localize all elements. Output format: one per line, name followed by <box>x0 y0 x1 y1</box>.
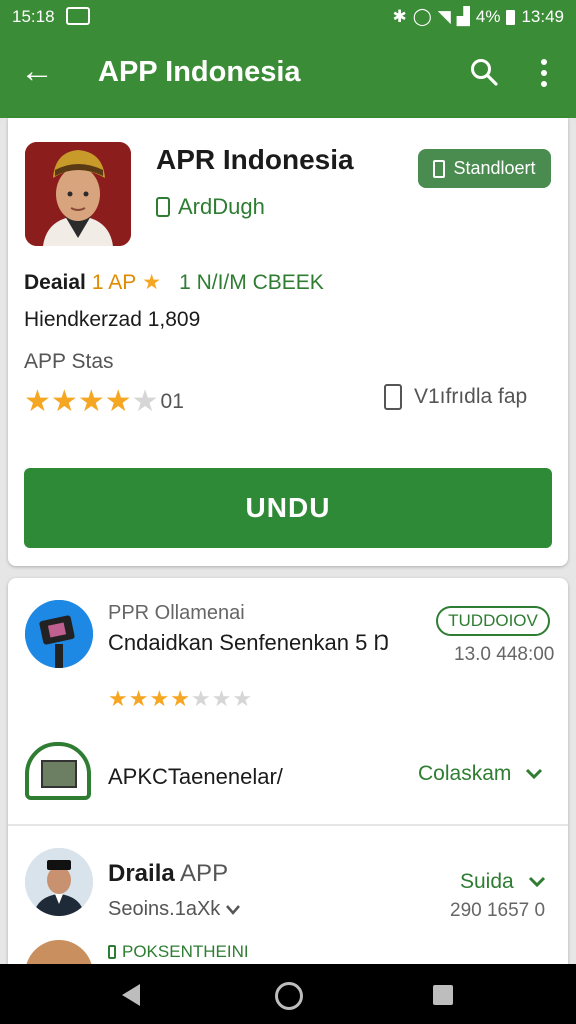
detail-row: Deaial 1 AP ★ 1 Ν/Ι/Μ CBEEK <box>24 270 324 295</box>
list-item-action[interactable]: Suida <box>460 870 546 894</box>
detail-rating: 1 AP <box>91 270 137 294</box>
star-icon: ★ <box>149 686 171 711</box>
app-icon-portrait <box>25 142 131 246</box>
chevron-down-icon <box>528 876 545 888</box>
list-item-title-bold: Draila <box>108 860 175 887</box>
battery-icon <box>506 9 516 25</box>
install-button[interactable]: UNDU <box>24 468 552 548</box>
device-info: V1ıfrıdla fap <box>384 384 527 410</box>
nav-back-icon[interactable] <box>122 984 140 1006</box>
list-item-title[interactable]: APKCTaenenelar/ <box>108 764 283 790</box>
device-text: V1ıfrıdla fap <box>414 385 528 408</box>
star-empty-icon: ★ <box>211 686 233 711</box>
list-item-label-text: POKSENTHEINI <box>122 942 249 961</box>
nav-home-icon[interactable] <box>275 982 303 1010</box>
list-item-subtitle: Seoins.1aXk <box>108 898 241 921</box>
status-bar: 15:18 ✱ ◯ ◥ ▟ 4% 13:49 <box>0 0 576 34</box>
alarm-icon: ◯ <box>412 7 432 26</box>
divider <box>8 824 568 826</box>
page-title: APP Indonesia <box>98 56 301 88</box>
list-item-action[interactable]: Colaskam <box>418 762 543 786</box>
detail-label: Deaial <box>24 270 86 294</box>
wifi-icon: ◥ <box>437 7 451 26</box>
list-item-label: POKSENTHEINI <box>108 942 249 962</box>
stats-label: APP Stas <box>24 350 114 373</box>
app-bar: ← APP Indonesia <box>0 34 576 118</box>
list-item-title[interactable]: Draila APP <box>108 860 228 888</box>
standard-button[interactable]: Standloert <box>418 149 551 188</box>
search-icon[interactable] <box>470 58 498 86</box>
signal-icon: ▟ <box>456 7 470 26</box>
system-nav-bar <box>0 964 576 1024</box>
star-empty-icon: ★ <box>131 385 159 418</box>
rating-count: 01 <box>160 389 184 413</box>
list-item-tag-button[interactable]: TUDDOIOV <box>436 606 550 636</box>
detail-meta: 1 Ν/Ι/Μ CBEEK <box>179 270 324 294</box>
back-arrow-icon[interactable]: ← <box>20 54 54 88</box>
battery-percent: 4% <box>475 7 501 26</box>
more-vert-icon[interactable] <box>534 58 554 88</box>
device-icon <box>384 384 402 410</box>
downloads-count: Hiendkerzad 1,809 <box>24 308 201 331</box>
developer-link[interactable]: ArdDugh <box>156 194 265 220</box>
status-right: ✱ ◯ ◥ ▟ 4% 13:49 <box>392 7 564 27</box>
bluetooth-icon: ✱ <box>392 7 407 26</box>
star-icon: ★ <box>170 686 191 711</box>
star-icon: ★ <box>142 271 162 294</box>
app-name: APR Indonesia <box>156 144 354 175</box>
star-icon: ★ <box>128 686 150 711</box>
chevron-down-icon <box>526 768 543 780</box>
nav-recents-icon[interactable] <box>433 985 453 1005</box>
app-icon[interactable] <box>25 742 91 800</box>
list-item-subtitle-text: Seoins.1aXk <box>108 898 221 920</box>
top-bar: 15:18 ✱ ◯ ◥ ▟ 4% 13:49 ← APP Indonesia <box>0 0 576 118</box>
phone-icon <box>433 159 446 178</box>
list-item-action-label: Suida <box>460 870 514 893</box>
app-icon <box>25 142 131 246</box>
status-time: 15:18 <box>12 7 55 26</box>
rating-stars: ★ ★ ★ ★ ★ 01 <box>24 384 184 419</box>
list-item-time: 13.0 448:00 <box>454 644 555 665</box>
monitor-icon <box>41 760 77 788</box>
phone-icon <box>156 197 170 217</box>
star-icon: ★ <box>77 385 105 418</box>
avatar-portrait <box>25 848 93 916</box>
app-detail-card: APR Indonesia ArdDugh Standloert Deaial … <box>8 118 568 566</box>
star-icon: ★ <box>24 385 51 418</box>
star-icon: ★ <box>104 385 132 418</box>
list-item-subtitle: PPR Ollamenai <box>108 602 245 624</box>
star-icon: ★ <box>50 385 78 418</box>
app-icon[interactable] <box>25 600 93 668</box>
caret-down-icon <box>226 904 241 915</box>
status-clock: 13:49 <box>521 7 564 26</box>
app-list-card: PPR Ollamenai Cndaidkan Senfenenkan 5 Ŋ … <box>8 578 568 1024</box>
avatar[interactable] <box>25 848 93 916</box>
star-icon: ★ <box>108 686 129 711</box>
star-empty-icon: ★ <box>190 686 212 711</box>
list-item-title-rest: APP <box>180 860 229 887</box>
list-item-title[interactable]: Cndaidkan Senfenenkan 5 Ŋ <box>108 630 408 656</box>
star-empty-icon: ★ <box>232 686 254 711</box>
list-item-time: 290 1657 0 <box>450 900 546 921</box>
notification-icon <box>66 7 90 25</box>
camera-gimbal-icon <box>25 600 93 668</box>
standard-button-label: Standloert <box>453 158 536 178</box>
phone-icon <box>108 945 116 959</box>
list-item-action-label: Colaskam <box>418 762 512 785</box>
developer-name: ArdDugh <box>178 194 265 219</box>
list-item-rating: ★★★★★★★ <box>108 686 253 712</box>
